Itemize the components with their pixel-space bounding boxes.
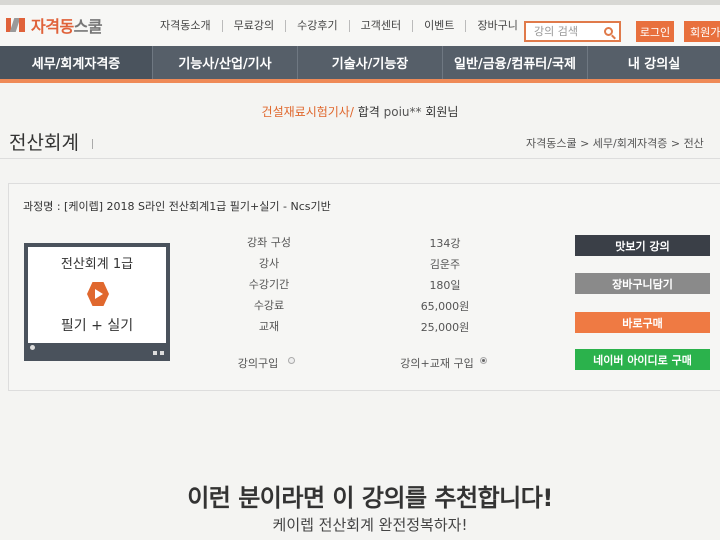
info-value-period: 180일	[429, 279, 461, 292]
notice-suffix: 회원님	[421, 105, 459, 119]
site-logo[interactable]: 자격동스쿨	[6, 13, 103, 37]
logo-icon	[6, 16, 26, 34]
option-lecture-radio[interactable]	[288, 357, 295, 364]
thumbnail-screen: 전산회계 1급 필기 + 실기	[28, 247, 166, 343]
buy-now-button[interactable]: 바로구매	[575, 312, 710, 333]
info-label-textbook: 교재	[258, 320, 280, 333]
top-nav: 자격동소개 무료강의 수강후기 고객센터 이벤트 장바구니	[160, 20, 529, 32]
info-label-period: 수강기간	[248, 278, 290, 291]
search-box	[524, 21, 621, 42]
add-to-cart-button[interactable]: 장바구니담기	[575, 273, 710, 294]
player-control-icon	[160, 351, 164, 355]
info-label-composition: 강좌 구성	[247, 236, 291, 249]
pass-notice: 건설재료시험기사/ 합격 poiu** 회원님	[0, 103, 720, 120]
option-lecture-book-label: 강의+교재 구입	[400, 357, 474, 370]
nav-about[interactable]: 자격동소개	[160, 20, 222, 32]
tab-tax-accounting[interactable]: 세무/회계자격증	[0, 46, 153, 79]
naver-buy-button[interactable]: 네이버 아이디로 구매	[575, 349, 710, 370]
nav-cart[interactable]: 장바구니	[465, 20, 528, 32]
info-value-instructor: 김운주	[429, 258, 461, 271]
thumbnail-subtitle: 필기 + 실기	[60, 318, 134, 334]
info-value-composition: 134강	[429, 237, 461, 250]
option-lecture-book-radio[interactable]	[480, 357, 487, 364]
player-dot-icon	[30, 345, 35, 350]
notice-text: 합격	[353, 105, 384, 119]
info-value-textbook: 25,000원	[420, 321, 470, 334]
top-header: 자격동스쿨 자격동소개 무료강의 수강후기 고객센터 이벤트 장바구니 로그인 …	[0, 0, 720, 46]
main-nav: 세무/회계자격증 기능사/산업/기사 기술사/기능장 일반/금융/컴퓨터/국제 …	[0, 46, 720, 79]
search-input[interactable]	[534, 25, 600, 38]
course-name: 과정명 : [케이렙] 2018 S라인 전산회계1급 필기+실기 - Ncs기…	[23, 200, 331, 213]
preview-lecture-button[interactable]: 맛보기 강의	[575, 235, 710, 256]
page-title: 전산회계	[9, 132, 79, 154]
logo-text: 자격동스쿨	[31, 17, 103, 36]
search-icon[interactable]	[604, 27, 613, 36]
info-value-fee: 65,000원	[420, 300, 470, 313]
tab-my-classroom[interactable]: 내 강의실	[588, 46, 720, 79]
login-button[interactable]: 로그인	[636, 21, 674, 42]
join-button[interactable]: 회원가	[684, 21, 720, 42]
recommend-title: 이런 분이라면 이 강의를 추천합니다!	[187, 484, 553, 512]
title-divider	[92, 139, 93, 149]
tab-craftsman-engineer[interactable]: 기능사/산업/기사	[153, 46, 298, 79]
title-underline	[0, 158, 720, 159]
option-lecture-label: 강의구입	[237, 357, 279, 370]
breadcrumb: 자격동스쿨 > 세무/회계자격증 > 전산	[526, 137, 704, 150]
tab-general-finance-computer[interactable]: 일반/금융/컴퓨터/국제	[443, 46, 588, 79]
nav-free-lectures[interactable]: 무료강의	[221, 20, 285, 32]
nav-events[interactable]: 이벤트	[412, 20, 465, 32]
play-icon[interactable]	[87, 282, 109, 306]
course-thumbnail[interactable]: 전산회계 1급 필기 + 실기	[24, 243, 170, 361]
recommend-subtitle: 케이렙 전산회계 완전정복하자!	[272, 516, 468, 534]
notice-user: poiu**	[383, 105, 422, 119]
nav-accent-bar	[0, 79, 720, 83]
nav-reviews[interactable]: 수강후기	[285, 20, 348, 32]
nav-customer-center[interactable]: 고객센터	[348, 20, 412, 32]
info-label-instructor: 강사	[258, 257, 280, 270]
info-label-fee: 수강료	[253, 299, 285, 312]
thumbnail-title: 전산회계 1급	[60, 257, 134, 272]
tab-professional-engineer[interactable]: 기술사/기능장	[298, 46, 443, 79]
notice-exam: 건설재료시험기사/	[261, 105, 354, 119]
player-control-icon	[153, 351, 157, 355]
